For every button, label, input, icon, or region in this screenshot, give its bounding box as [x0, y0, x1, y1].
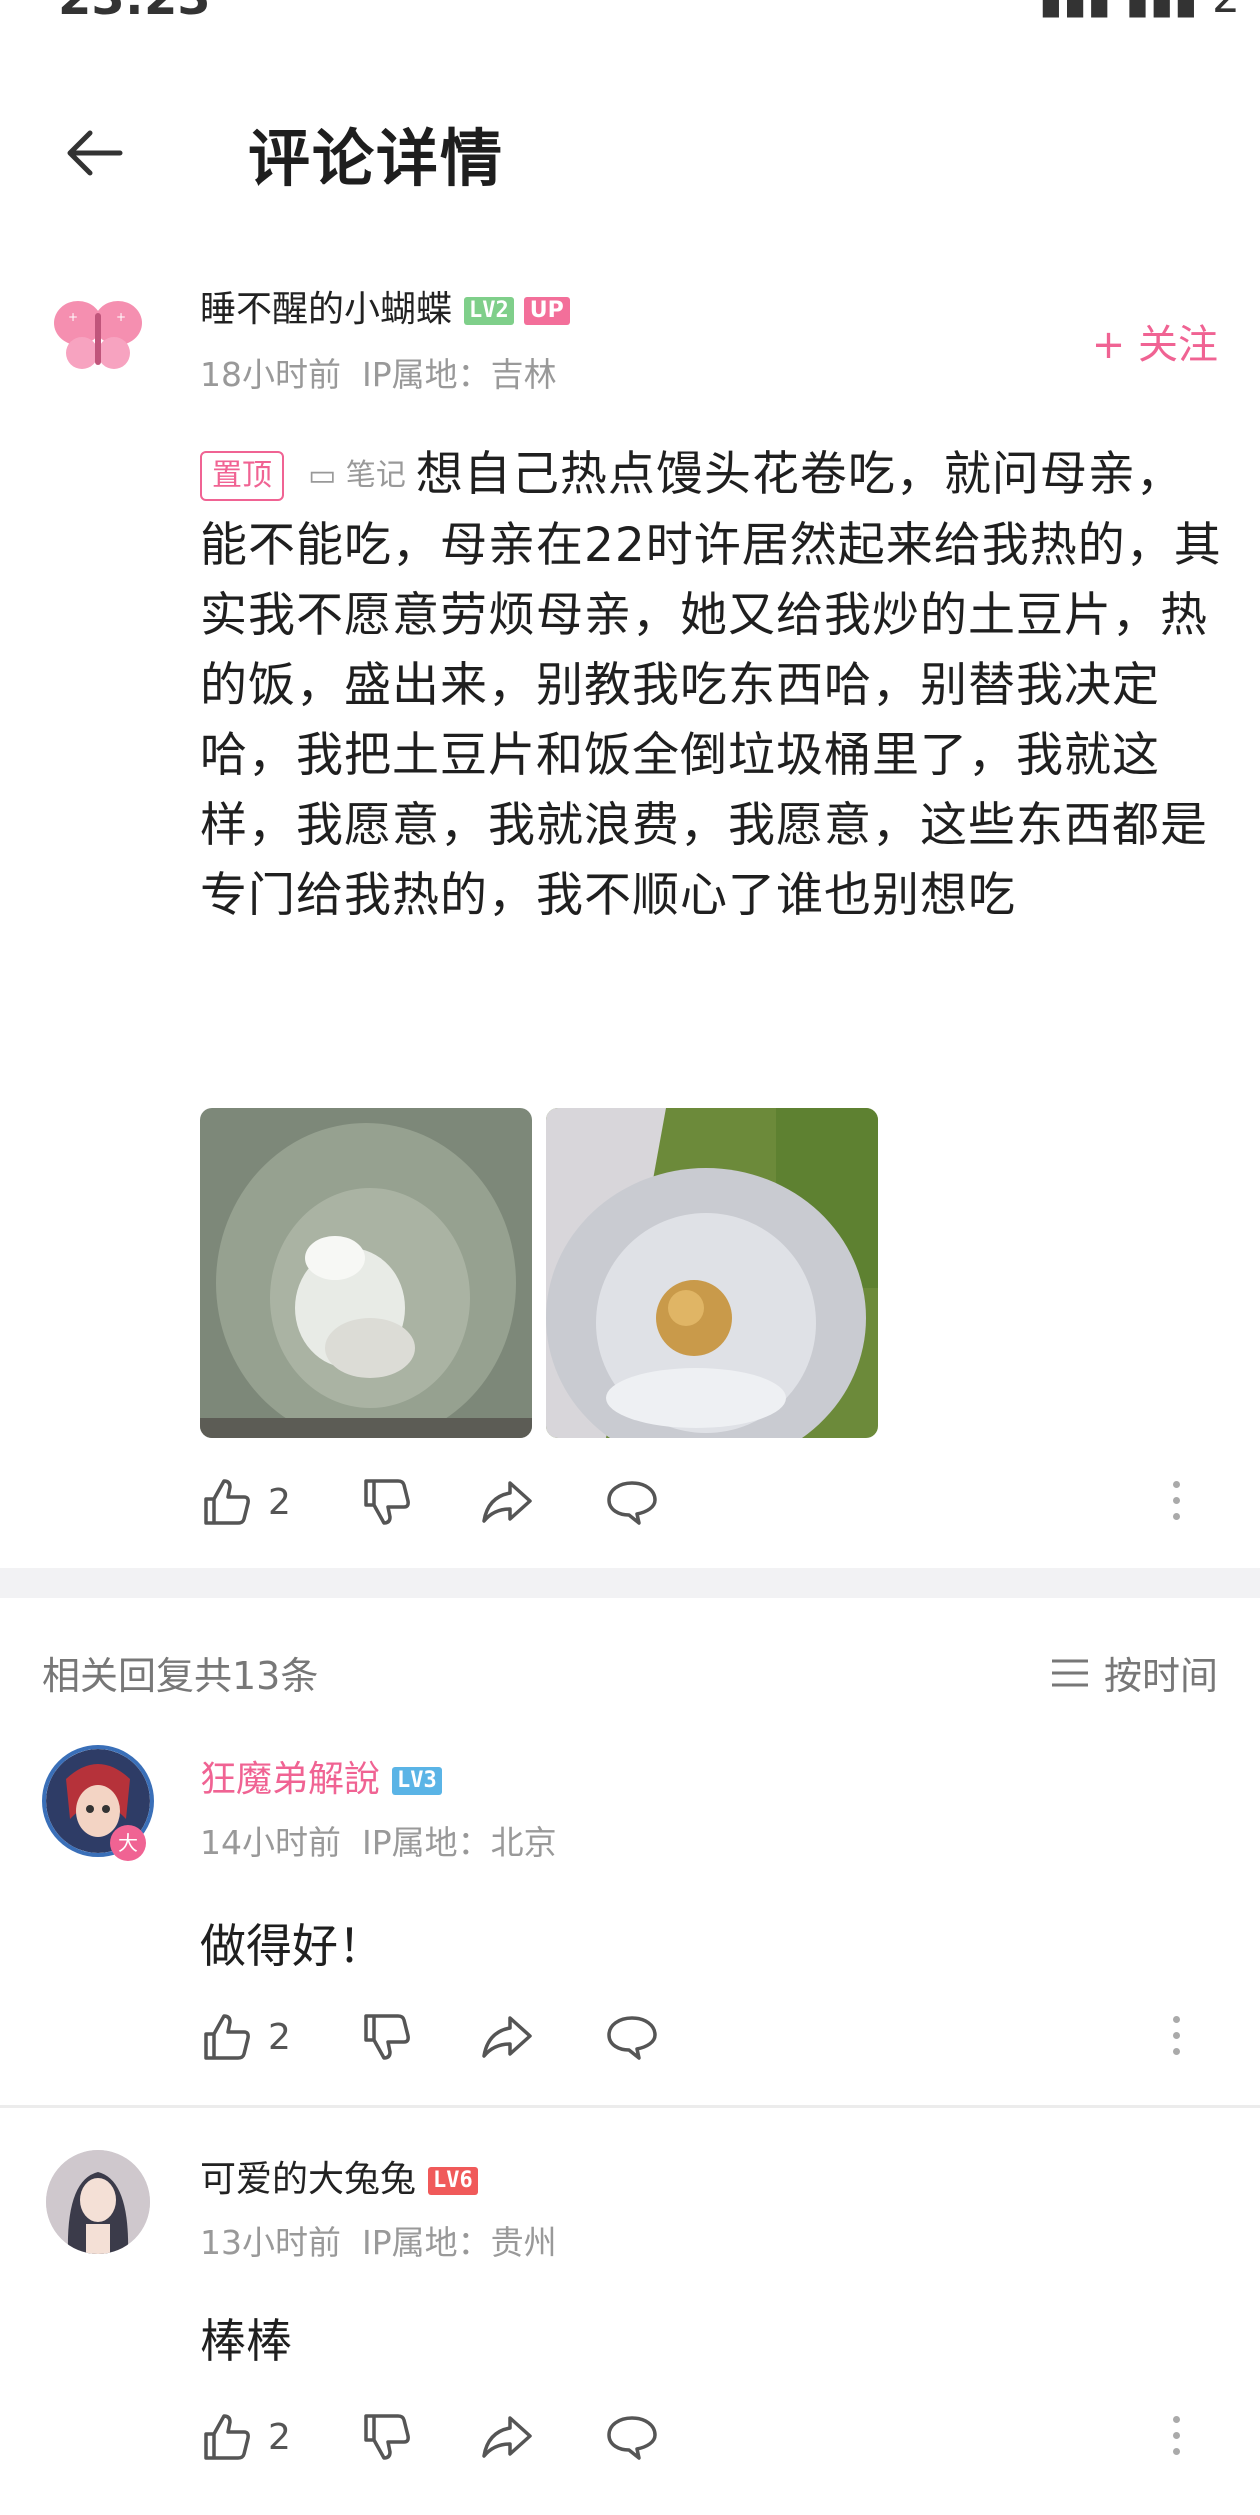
svg-text:+: +	[116, 310, 126, 324]
note-icon: ▭	[308, 458, 337, 493]
sort-icon	[1051, 1659, 1088, 1686]
reply-button[interactable]	[605, 2010, 659, 2064]
dislike-button[interactable]	[360, 1475, 414, 1529]
reply-meta: 13小时前 IP属地：贵州	[200, 2216, 557, 2264]
page-header: 评论详情	[0, 100, 1260, 210]
reply-button[interactable]	[605, 1475, 659, 1529]
reply-button[interactable]	[605, 2410, 659, 2464]
thumbs-down-icon	[364, 2414, 410, 2460]
comment-image-2[interactable]	[546, 1108, 878, 1438]
reply-meta: 14小时前 IP属地：北京	[200, 1816, 557, 1864]
comment-meta: 18小时前 IP属地：吉林	[200, 348, 557, 396]
reply-actions: 2	[200, 2410, 1200, 2470]
back-arrow-icon[interactable]	[60, 118, 130, 188]
username[interactable]: 可爱的大兔兔 LV6	[200, 2150, 478, 2202]
thumbs-down-icon	[364, 2014, 410, 2060]
level-badge: LV3	[392, 1767, 442, 1795]
reply-time: 14小时前	[200, 1823, 341, 1862]
butterfly-icon: + +	[54, 301, 142, 369]
level-badge: LV2	[464, 297, 514, 325]
share-button[interactable]	[480, 2410, 534, 2464]
avatar[interactable]	[46, 2150, 150, 2254]
username[interactable]: 睡不醒的小蝴蝶 LV2 UP	[200, 280, 570, 332]
avatar[interactable]: + +	[48, 285, 148, 385]
status-icons: ▮▮▮ ▮▮▮ 2	[1039, 0, 1240, 22]
thumbs-up-icon	[204, 2414, 250, 2460]
chat-bubble-icon	[607, 2416, 657, 2460]
username-text: 睡不醒的小蝴蝶	[200, 289, 453, 330]
svg-text:+: +	[68, 310, 78, 324]
reply-text: 棒棒	[200, 2314, 292, 2368]
username-text: 狂魔弟解說	[200, 1759, 381, 1800]
note-tag[interactable]: ▭ 笔记	[308, 441, 406, 511]
thumbs-up-icon	[204, 2014, 250, 2060]
reply-actions: 2	[200, 2010, 1200, 2070]
dislike-button[interactable]	[360, 2410, 414, 2464]
like-button[interactable]: 2	[200, 2010, 291, 2064]
ip-location: IP属地：北京	[361, 1823, 557, 1862]
share-button[interactable]	[480, 1475, 534, 1529]
more-options-icon[interactable]	[1170, 2016, 1182, 2064]
share-button[interactable]	[480, 2010, 534, 2064]
ip-location: IP属地：吉林	[361, 355, 557, 394]
like-button[interactable]: 2	[200, 2410, 291, 2464]
note-label: 笔记	[345, 458, 406, 493]
dislike-button[interactable]	[360, 2010, 414, 2064]
like-button[interactable]: 2	[200, 1475, 291, 1529]
pinned-badge: 置顶	[200, 451, 284, 501]
avatar-badge-icon: 大	[110, 1825, 146, 1861]
reply-count: 相关回复共13条	[42, 1654, 319, 1698]
up-badge: UP	[523, 297, 570, 325]
divider	[0, 2105, 1260, 2108]
ip-location: IP属地：贵州	[361, 2223, 557, 2262]
like-count: 2	[268, 1481, 291, 1523]
section-divider	[0, 1568, 1260, 1598]
more-options-icon[interactable]	[1170, 2416, 1182, 2464]
battery-icon: 2	[1212, 0, 1240, 22]
comment-text: 想自己热点馒头花卷吃，就问母亲，能不能吃，母亲在22时许居然起来给我热的，其实我…	[200, 447, 1222, 923]
sort-button[interactable]: 按时间	[1050, 1645, 1218, 1700]
share-icon	[482, 2416, 532, 2458]
comment-body: 置顶 ▭ 笔记 想自己热点馒头花卷吃，就问母亲，能不能吃，母亲在22时许居然起来给我…	[200, 440, 1230, 931]
like-count: 2	[268, 2416, 291, 2458]
more-options-icon[interactable]	[1170, 1481, 1182, 1529]
comment-actions: 2	[200, 1475, 1200, 1535]
reply-time: 13小时前	[200, 2223, 341, 2262]
status-bar: 23:23 ▮▮▮ ▮▮▮ 2	[0, 0, 1260, 22]
like-count: 2	[268, 2016, 291, 2058]
follow-button[interactable]: + 关注	[1092, 312, 1218, 370]
username-text: 可爱的大兔兔	[200, 2159, 417, 2200]
username[interactable]: 狂魔弟解說 LV3	[200, 1750, 442, 1802]
page-title: 评论详情	[248, 122, 505, 195]
status-time: 23:23	[58, 0, 211, 22]
sort-label: 按时间	[1103, 1654, 1218, 1698]
level-badge: LV6	[428, 2167, 478, 2195]
reply-text: 做得好！	[200, 1919, 384, 1973]
share-icon	[482, 1481, 532, 1523]
share-icon	[482, 2016, 532, 2058]
signal-icon: ▮▮▮ ▮▮▮	[1039, 0, 1198, 22]
chat-bubble-icon	[607, 2016, 657, 2060]
comment-time: 18小时前	[200, 355, 341, 394]
thumbs-up-icon	[204, 1479, 250, 1525]
thumbs-down-icon	[364, 1479, 410, 1525]
chat-bubble-icon	[607, 1481, 657, 1525]
comment-image-1[interactable]	[200, 1108, 532, 1438]
